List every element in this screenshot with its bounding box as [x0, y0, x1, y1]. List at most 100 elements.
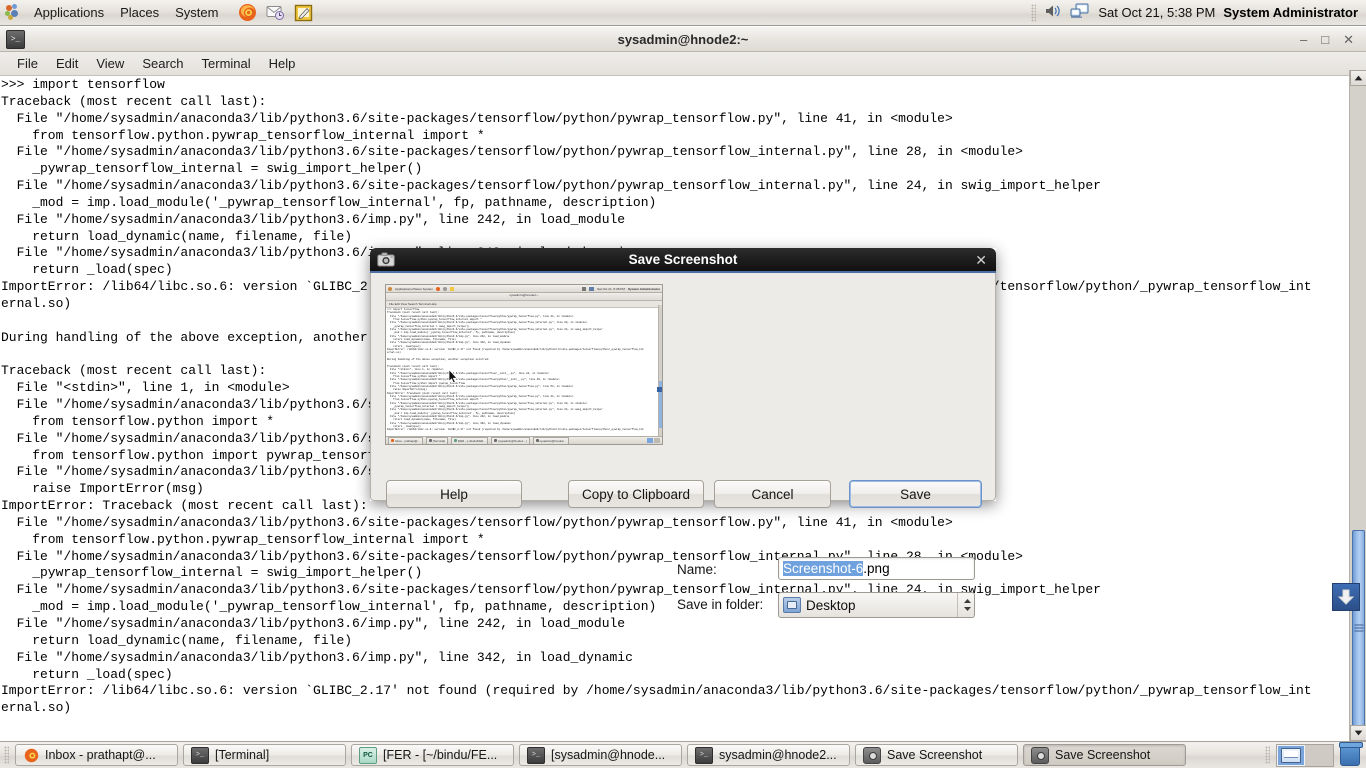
preview-panel-clock: Sat Oct 21, 5:38 PM [597, 286, 625, 291]
dialog-title: Save Screenshot [628, 252, 738, 267]
save-in-folder-label: Save in folder: [677, 597, 764, 612]
preview-panel-menus: Applications Places System [395, 286, 434, 291]
save-in-folder-select[interactable]: Desktop [778, 592, 975, 618]
workspace-2[interactable] [1305, 745, 1333, 766]
preview-menus: File Edit View Search Terminal Help [389, 302, 437, 306]
preview-task-2: [FER - [~/bindu/FER... [450, 436, 489, 444]
preview-scrollbar [658, 305, 662, 436]
close-button[interactable]: ✕ [1343, 33, 1354, 46]
terminal-title: sysadmin@hnode2:~ [617, 31, 749, 47]
maximize-button[interactable]: □ [1321, 33, 1329, 46]
taskbar-item-fer[interactable]: PC [FER - [~/bindu/FE... [351, 744, 514, 766]
scrollbar-grip [1354, 623, 1363, 634]
taskbar-item-inbox[interactable]: Inbox - prathapt@... [15, 744, 178, 766]
preview-mouse-cursor-icon [448, 368, 459, 389]
panel-status-area: Sat Oct 21, 5:38 PM System Administrator [1031, 3, 1366, 22]
firefox-icon[interactable] [236, 2, 258, 24]
workspace-grip [1265, 746, 1270, 764]
preview-terminal-output: >>> import tensorflow Traceback (most re… [386, 308, 662, 432]
taskbar-item-hnode2[interactable]: >_ sysadmin@hnode2... [687, 744, 850, 766]
save-in-folder-value: Desktop [806, 597, 856, 613]
workspace-1[interactable] [1277, 744, 1305, 766]
taskbar-item-label: Inbox - prathapt@... [45, 748, 156, 762]
scroll-down-button[interactable] [1350, 725, 1366, 741]
taskbar-item-label: sysadmin@hnode2... [719, 748, 837, 762]
preview-menubar: File Edit View Search Terminal Help [386, 301, 662, 308]
name-label: Name: [677, 562, 717, 577]
menu-terminal[interactable]: Terminal [193, 54, 260, 73]
folder-icon [783, 597, 801, 613]
terminal-menubar: File Edit View Search Terminal Help [0, 52, 1366, 76]
help-button[interactable]: Help [386, 480, 522, 508]
dialog-titlebar[interactable]: Save Screenshot ✕ [370, 248, 996, 273]
preview-top-panel: Applications Places System Sat Oct 21, 5… [386, 285, 662, 293]
taskbar-item-label: [Terminal] [215, 748, 270, 762]
panel-menus: Applications Places System [22, 2, 226, 23]
evolution-mail-icon[interactable] [264, 2, 286, 24]
taskbar-item-save-screenshot-1[interactable]: Save Screenshot [855, 744, 1018, 766]
terminal-scrollbar[interactable] [1349, 70, 1366, 741]
updown-chevron-icon[interactable] [957, 593, 972, 617]
volume-icon[interactable] [1044, 3, 1062, 22]
taskbar-item-terminal[interactable]: >_ [Terminal] [183, 744, 346, 766]
dialog-body: Applications Places System Sat Oct 21, 5… [370, 273, 996, 618]
filename-extension: .png [863, 561, 890, 576]
save-screenshot-dialog: Save Screenshot ✕ Applications Places Sy… [370, 248, 996, 618]
network-icon[interactable] [1070, 3, 1090, 22]
preview-task-3: [sysadmin@hnode1 - ] [491, 436, 530, 444]
panel-menu-places[interactable]: Places [112, 2, 167, 23]
terminal-icon: >_ [695, 746, 713, 764]
camera-icon [377, 252, 395, 268]
terminal-window-buttons: – □ ✕ [1300, 33, 1366, 46]
preview-scroll-overlay-icon [657, 386, 662, 392]
preview-task-0: Inbox - prathapt@... [388, 436, 423, 444]
terminal-icon: >_ [191, 746, 209, 764]
scroll-to-bottom-overlay-icon[interactable] [1332, 583, 1360, 611]
cancel-button[interactable]: Cancel [714, 480, 831, 508]
camera-icon [1031, 746, 1049, 764]
trash-icon[interactable] [1339, 742, 1363, 766]
taskbar-item-save-screenshot-2[interactable]: Save Screenshot [1023, 744, 1186, 766]
panel-grip [1031, 3, 1037, 22]
panel-launchers [236, 2, 314, 24]
minimize-button[interactable]: – [1300, 33, 1307, 46]
preview-window-title: sysadmin@hnode2:~ [509, 293, 539, 297]
workspace-switcher[interactable] [1276, 743, 1334, 767]
bottom-taskbar: Inbox - prathapt@... >_ [Terminal] PC [F… [0, 741, 1366, 768]
terminal-icon: >_ [527, 746, 545, 764]
gnome-foot-icon [4, 3, 22, 22]
close-icon[interactable]: ✕ [975, 253, 987, 267]
workspace-thumb-icon [1281, 747, 1301, 763]
copy-to-clipboard-button[interactable]: Copy to Clipboard [568, 480, 704, 508]
panel-menu-applications[interactable]: Applications [26, 2, 112, 23]
scrollbar-trough[interactable] [1350, 86, 1366, 726]
preview-task-1: [Terminal] [425, 436, 448, 444]
preview-taskbar: Inbox - prathapt@... [Terminal] [FER - [… [386, 436, 662, 444]
scroll-up-button[interactable] [1350, 70, 1366, 86]
filename-selected-text: Screenshot-6 [783, 561, 864, 576]
panel-menu-system[interactable]: System [167, 2, 226, 23]
text-editor-icon[interactable] [292, 2, 314, 24]
top-panel: Applications Places System Sat Oct 21, 5… [0, 0, 1366, 26]
scrollbar-thumb[interactable] [1352, 530, 1365, 726]
pycharm-icon: PC [359, 746, 377, 764]
panel-user-name[interactable]: System Administrator [1223, 5, 1358, 20]
camera-icon [863, 746, 881, 764]
firefox-icon [23, 748, 39, 763]
terminal-titlebar[interactable]: >_ sysadmin@hnode2:~ – □ ✕ [0, 26, 1366, 52]
taskbar-grip [4, 746, 9, 764]
panel-clock[interactable]: Sat Oct 21, 5:38 PM [1098, 5, 1215, 20]
taskbar-item-label: Save Screenshot [887, 748, 983, 762]
preview-task-4: sysadmin@hnode2... [532, 436, 569, 444]
taskbar-item-hnode1[interactable]: >_ [sysadmin@hnode... [519, 744, 682, 766]
menu-view[interactable]: View [87, 54, 133, 73]
filename-input[interactable]: Screenshot-6 .png [778, 557, 975, 580]
preview-panel-user: System Administrator [627, 286, 660, 291]
taskbar-right-area [1265, 742, 1363, 767]
menu-edit[interactable]: Edit [47, 54, 87, 73]
menu-file[interactable]: File [8, 54, 47, 73]
menu-help[interactable]: Help [260, 54, 305, 73]
menu-search[interactable]: Search [133, 54, 192, 73]
save-button[interactable]: Save [849, 480, 982, 508]
screenshot-preview: Applications Places System Sat Oct 21, 5… [385, 284, 663, 445]
